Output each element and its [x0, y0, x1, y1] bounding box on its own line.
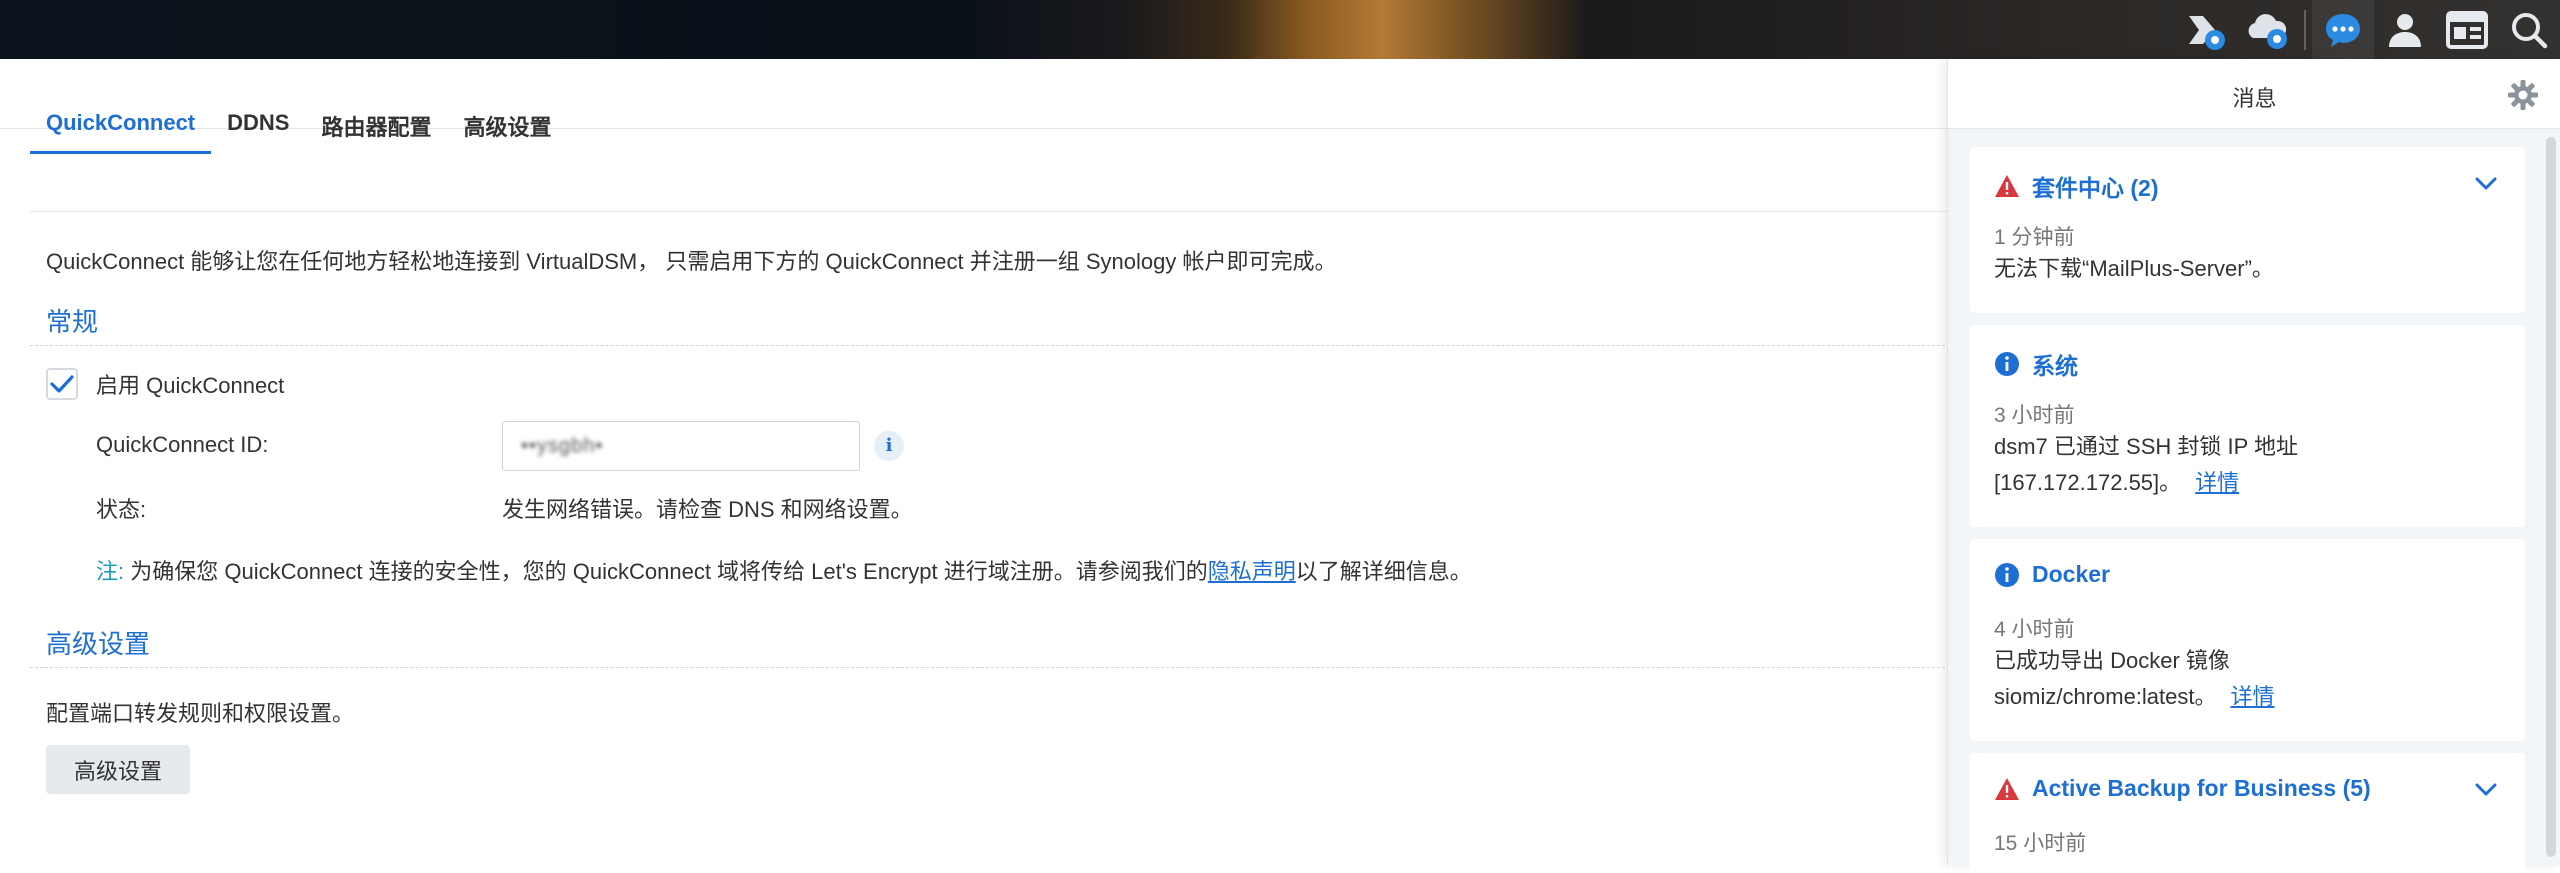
details-link[interactable]: 详情: [2231, 684, 2275, 709]
notifications-panel: 消息 套件中心 (2) 1 分钟前 无法下载“MailPlus-Server”。…: [1947, 59, 2560, 873]
taskbar-icons: [2174, 0, 2560, 59]
notification-header: 系统: [1994, 347, 2078, 381]
notification-title: Docker: [2032, 561, 2110, 587]
notification-card[interactable]: 套件中心 (2) 1 分钟前 无法下载“MailPlus-Server”。: [1970, 147, 2525, 313]
notification-card[interactable]: Docker 4 小时前 已成功导出 Docker 镜像 siomiz/chro…: [1970, 539, 2525, 741]
tab-advanced[interactable]: 高级设置: [448, 96, 568, 154]
details-link[interactable]: 详情: [2195, 470, 2239, 495]
quickconnect-id-input[interactable]: ••ysgbh•: [502, 421, 860, 471]
note-prefix: 注:: [96, 559, 125, 584]
notification-body-line: dsm7 已通过 SSH 封锁 IP 地址: [1994, 434, 2298, 459]
info-icon[interactable]: i: [874, 431, 904, 461]
tab-ddns[interactable]: DDNS: [211, 96, 305, 154]
notification-time: 4 小时前: [1994, 618, 2075, 641]
notification-title: 系统: [2032, 353, 2078, 379]
info-icon: [1995, 352, 2019, 376]
gear-icon[interactable]: [2507, 79, 2539, 111]
cloud-sync-icon[interactable]: [2236, 0, 2298, 59]
privacy-link[interactable]: 隐私声明: [1208, 559, 1296, 584]
notification-header: Docker: [1994, 561, 2110, 588]
notification-body: 无法下载“MailPlus-Server”。: [1994, 256, 2274, 281]
advanced-settings-button[interactable]: 高级设置: [46, 745, 190, 794]
notification-card[interactable]: 系统 3 小时前 dsm7 已通过 SSH 封锁 IP 地址 [167.172.…: [1970, 325, 2525, 527]
package-center-icon[interactable]: [2174, 0, 2236, 59]
search-icon[interactable]: [2498, 0, 2560, 59]
status-value: 发生网络错误。请检查 DNS 和网络设置。: [502, 497, 913, 522]
notification-body-line: 已成功导出 Docker 镜像: [1994, 648, 2230, 673]
note-text: 为确保您 QuickConnect 连接的安全性，您的 QuickConnect…: [124, 559, 1208, 584]
notifications-header: 消息: [1948, 59, 2560, 129]
notification-body-text: siomiz/chrome:latest。: [1994, 684, 2217, 709]
quickconnect-window: [0, 59, 1950, 865]
notification-time: 15 小时前: [1994, 832, 2087, 855]
notification-body: dsm7 已通过 SSH 封锁 IP 地址 [167.172.172.55]。详…: [1994, 429, 2514, 501]
notification-header: Active Backup for Business (5): [1994, 775, 2371, 802]
notification-body-line: siomiz/chrome:latest。 详情: [1994, 679, 2514, 715]
notification-body-line: [167.172.172.55]。 详情: [1994, 465, 2514, 501]
security-note: 注: 为确保您 QuickConnect 连接的安全性，您的 QuickConn…: [96, 554, 1472, 586]
section-title-advanced: 高级设置: [46, 629, 151, 659]
widgets-icon[interactable]: [2436, 0, 2498, 59]
notification-title: Active Backup for Business (5): [2032, 775, 2371, 801]
tab-router-config[interactable]: 路由器配置: [305, 96, 447, 154]
notification-title: 套件中心 (2): [2032, 175, 2159, 201]
notifications-icon[interactable]: [2312, 0, 2374, 59]
status-label: 状态:: [96, 497, 147, 522]
notification-time: 3 小时前: [1994, 404, 2075, 427]
section-divider: [30, 345, 1950, 346]
note-suffix: 以了解详细信息。: [1295, 559, 1472, 584]
enable-quickconnect-row: 启用 QuickConnect: [46, 368, 284, 400]
notifications-title: 消息: [2232, 86, 2277, 111]
quickconnect-id-value: ••ysgbh•: [521, 435, 604, 457]
notification-card[interactable]: Active Backup for Business (5) 15 小时前: [1970, 753, 2525, 873]
notification-body: 已成功导出 Docker 镜像 siomiz/chrome:latest。 详情: [1994, 643, 2514, 715]
user-icon[interactable]: [2374, 0, 2436, 59]
tab-quickconnect[interactable]: QuickConnect: [30, 96, 212, 154]
taskbar: [0, 0, 2560, 59]
chevron-down-icon[interactable]: [2475, 783, 2497, 797]
advanced-description: 配置端口转发规则和权限设置。: [46, 701, 355, 726]
page-description: QuickConnect 能够让您在任何地方轻松地连接到 VirtualDSM，…: [46, 249, 1337, 274]
taskbar-divider: [2304, 9, 2306, 50]
notification-header: 套件中心 (2): [1994, 169, 2159, 203]
enable-quickconnect-checkbox[interactable]: [46, 368, 78, 400]
info-icon: [1995, 562, 2019, 587]
warning-icon: [1995, 175, 2019, 197]
section-divider: [30, 667, 1950, 668]
tabs-divider: [30, 211, 1950, 212]
notification-time: 1 分钟前: [1994, 226, 2075, 249]
enable-quickconnect-label: 启用 QuickConnect: [96, 373, 285, 398]
chevron-down-icon[interactable]: [2475, 177, 2497, 191]
checkmark-icon: [50, 375, 74, 393]
notifications-scrollbar[interactable]: [2546, 137, 2556, 857]
quickconnect-id-label: QuickConnect ID:: [96, 432, 269, 457]
notification-body-text: [167.172.172.55]。: [1994, 470, 2182, 495]
tab-bar: QuickConnect DDNS 路由器配置 高级设置: [30, 96, 568, 156]
warning-icon: [1995, 777, 2019, 800]
section-title-general: 常规: [46, 307, 99, 337]
